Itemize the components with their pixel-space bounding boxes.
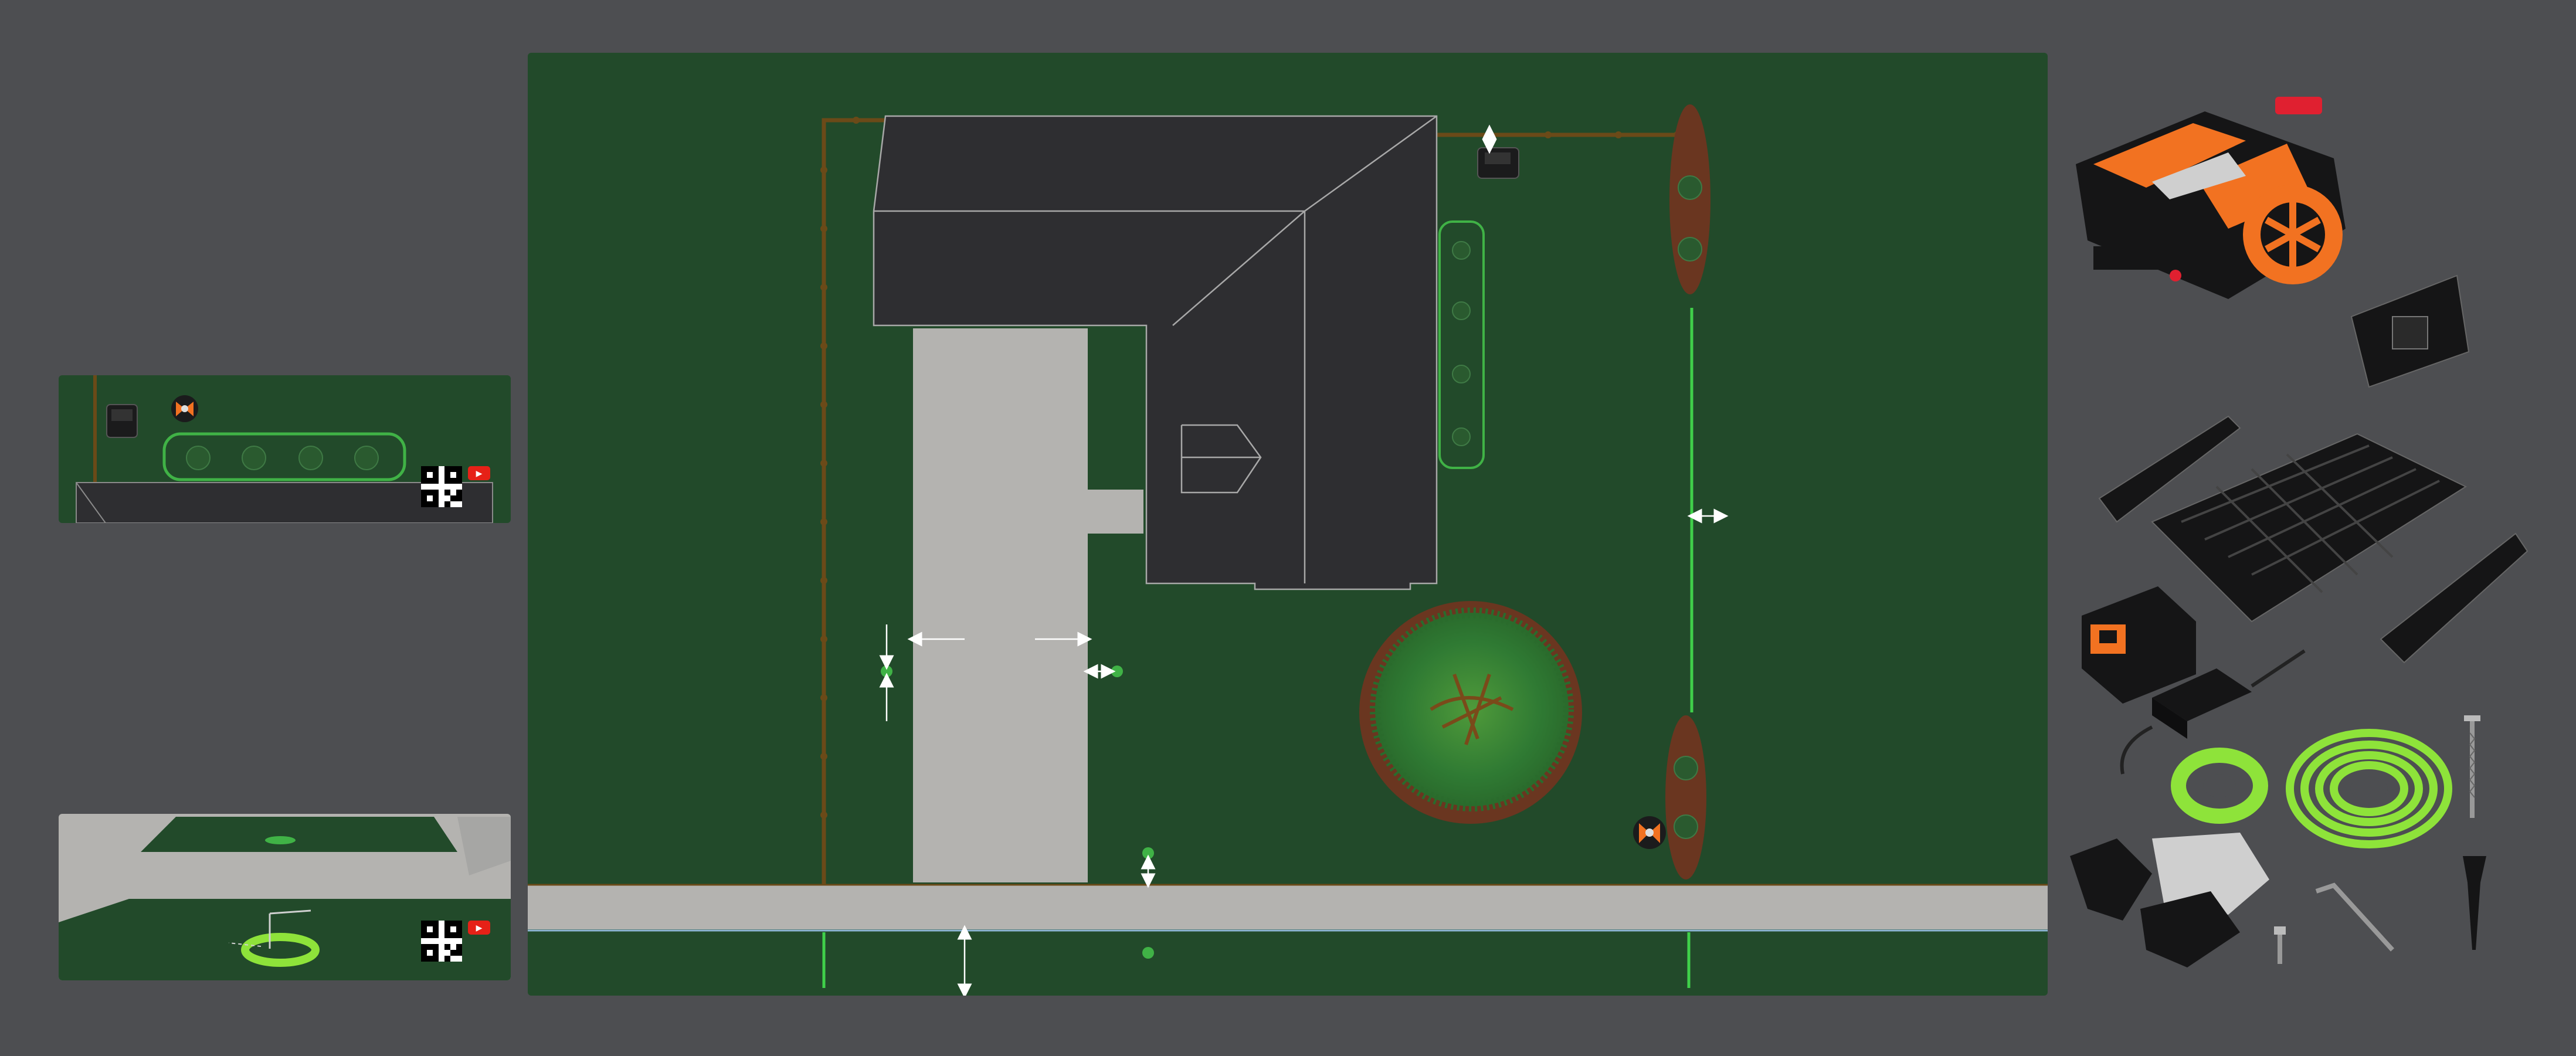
youtube-play-icon[interactable]: ▶	[468, 466, 490, 480]
guide-wire-coil-small-icon	[2171, 748, 2268, 824]
allen-key-icon	[2315, 882, 2394, 952]
planting-bed	[1665, 715, 1706, 880]
wire-peg-icon	[2463, 856, 2486, 950]
bolt-icon	[2274, 926, 2286, 964]
boundary-wire-coil-icon	[2286, 729, 2452, 848]
charging-station-icon	[2350, 274, 2470, 388]
youtube-play-icon[interactable]: ▶	[468, 921, 490, 935]
charging-station-icon	[106, 404, 138, 438]
charging-station-icon	[1477, 147, 1519, 179]
qr-code-icon[interactable]	[421, 921, 462, 962]
walkway	[1088, 490, 1143, 534]
robot-mower-icon	[1633, 816, 1666, 849]
robot-mower-icon	[171, 395, 198, 422]
qr-code-icon[interactable]	[421, 466, 462, 507]
upper-lawn	[141, 817, 457, 852]
inset-panel-dock-area: ▶	[59, 375, 511, 523]
driveway	[913, 328, 1088, 882]
tree	[1359, 601, 1582, 824]
yard-plan	[528, 53, 2048, 996]
screw-icon	[2464, 715, 2480, 818]
wheel-spikes-icon	[2070, 833, 2269, 967]
inset-panel-slope-view: ▶	[59, 814, 511, 980]
shrub-group	[1452, 241, 1471, 446]
robot-mower-icon	[2076, 97, 2346, 299]
box-contents-panel	[2052, 76, 2533, 979]
sidewalk	[528, 885, 2048, 929]
shrub-group	[186, 446, 379, 470]
